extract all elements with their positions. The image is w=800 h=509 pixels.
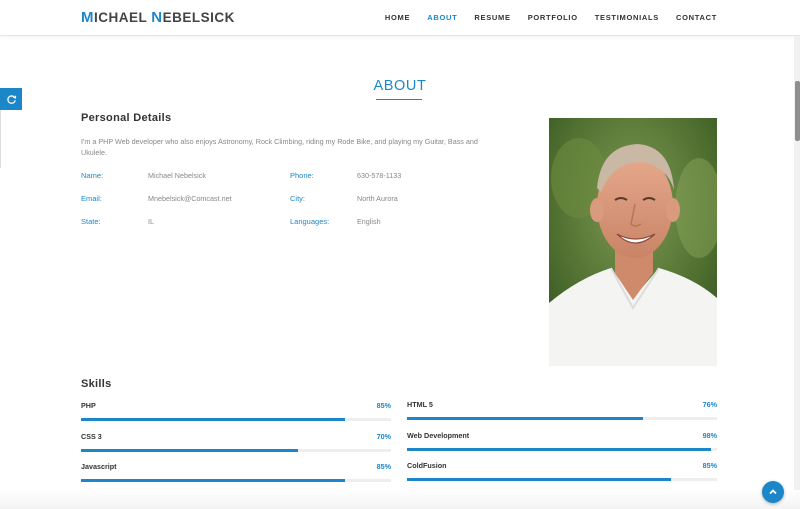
bottom-fade xyxy=(0,490,800,509)
state-label: State: xyxy=(81,217,101,226)
brand-text-last: EBELSICK xyxy=(162,10,235,25)
skill-coldfusion: ColdFusion 85% xyxy=(407,461,717,491)
name-value: Michael Nebelsick xyxy=(148,171,206,180)
main-nav: HOME ABOUT RESUME PORTFOLIO TESTIMONIALS… xyxy=(368,13,717,22)
skill-track xyxy=(407,478,717,481)
brand-initial-m: M xyxy=(81,9,94,26)
skill-percent: 85% xyxy=(376,401,391,410)
skill-css3: CSS 3 70% xyxy=(81,432,391,462)
skill-html5: HTML 5 76% xyxy=(407,400,717,430)
skill-name: ColdFusion xyxy=(407,461,447,470)
skill-bar-fill xyxy=(81,479,345,482)
skill-track xyxy=(81,449,391,452)
nav-about[interactable]: ABOUT xyxy=(427,13,457,22)
profile-photo xyxy=(549,118,717,366)
email-label: Email: xyxy=(81,194,102,203)
city-label: City: xyxy=(290,194,305,203)
skill-web-development: Web Development 98% xyxy=(407,431,717,461)
title-underline xyxy=(376,99,422,100)
skill-name: Javascript xyxy=(81,462,117,471)
skill-track xyxy=(407,448,717,451)
skill-name: CSS 3 xyxy=(81,432,102,441)
phone-label: Phone: xyxy=(290,171,314,180)
refresh-icon xyxy=(6,94,16,104)
skill-bar-fill xyxy=(407,417,643,420)
nav-resume[interactable]: RESUME xyxy=(474,13,510,22)
nav-contact[interactable]: CONTACT xyxy=(676,13,717,22)
nav-home[interactable]: HOME xyxy=(385,13,410,22)
skill-percent: 98% xyxy=(702,431,717,440)
skill-track xyxy=(81,418,391,421)
back-to-top-button[interactable] xyxy=(762,481,784,503)
skills-heading: Skills xyxy=(81,378,112,390)
languages-value: English xyxy=(357,217,381,226)
nav-testimonials[interactable]: TESTIMONIALS xyxy=(595,13,659,22)
brand-initial-n: N xyxy=(151,9,163,26)
skill-track xyxy=(407,417,717,420)
languages-label: Languages: xyxy=(290,217,330,226)
personal-details-heading: Personal Details xyxy=(81,112,172,124)
brand-text-first: ICHAEL xyxy=(94,10,152,25)
skill-track xyxy=(81,479,391,482)
skill-javascript: Javascript 85% xyxy=(81,462,391,492)
skill-bar-fill xyxy=(81,449,298,452)
bio-text: I'm a PHP Web developer who also enjoys … xyxy=(81,137,478,157)
skill-percent: 76% xyxy=(702,400,717,409)
skill-name: Web Development xyxy=(407,431,470,440)
city-value: North Aurora xyxy=(357,194,398,203)
section-title: ABOUT xyxy=(373,78,427,94)
skill-bar-fill xyxy=(407,478,671,481)
side-divider xyxy=(0,110,1,168)
skill-percent: 70% xyxy=(376,432,391,441)
chevron-up-icon xyxy=(769,489,777,495)
skill-name: PHP xyxy=(81,401,96,410)
page-scrollbar[interactable] xyxy=(794,36,800,509)
state-value: IL xyxy=(148,217,154,226)
name-label: Name: xyxy=(81,171,104,180)
phone-value: 630-578-1133 xyxy=(357,171,402,180)
site-logo[interactable]: MICHAEL NEBELSICK xyxy=(81,9,235,26)
skill-bar-fill xyxy=(81,418,345,421)
skill-percent: 85% xyxy=(702,461,717,470)
nav-portfolio[interactable]: PORTFOLIO xyxy=(528,13,578,22)
email-value: Mnebelsick@Comcast.net xyxy=(148,194,232,203)
skill-php: PHP 85% xyxy=(81,401,391,431)
skill-name: HTML 5 xyxy=(407,400,433,409)
site-header: MICHAEL NEBELSICK HOME ABOUT RESUME PORT… xyxy=(0,0,800,36)
skill-bar-fill xyxy=(407,448,711,451)
skill-percent: 85% xyxy=(376,462,391,471)
